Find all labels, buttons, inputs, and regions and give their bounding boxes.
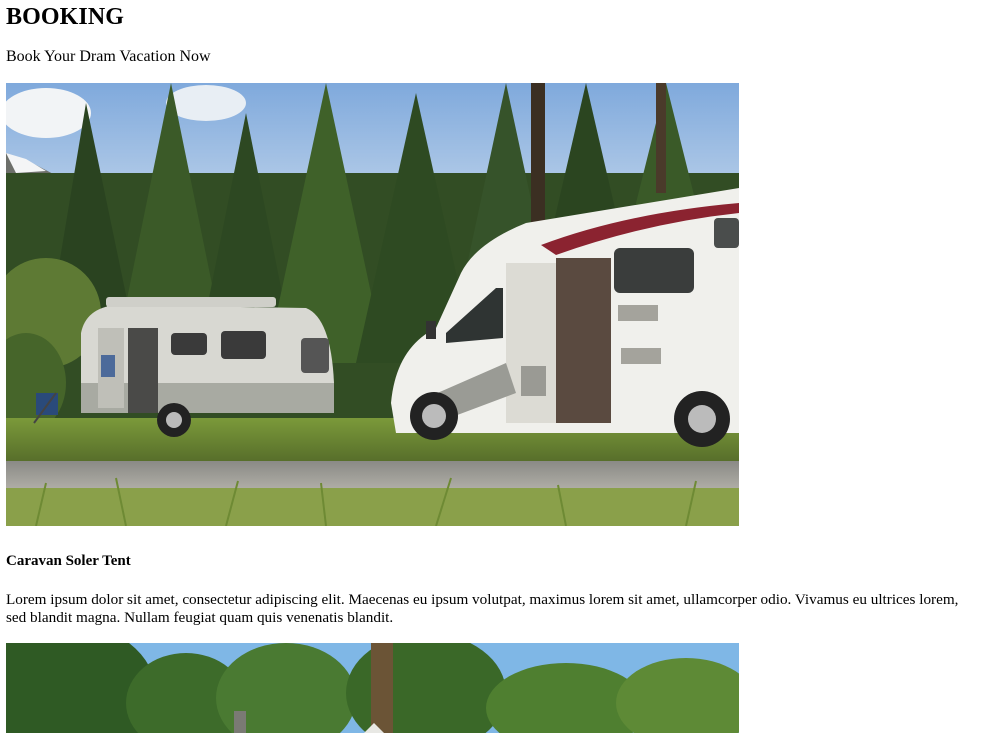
- item-description: Lorem ipsum dolor sit amet, consectetur …: [6, 591, 959, 626]
- item-title: Caravan Soler Tent: [6, 553, 131, 569]
- page-title: BOOKING: [6, 4, 125, 30]
- page-subtitle: Book Your Dram Vacation Now: [6, 48, 211, 65]
- caravan-photo: [6, 83, 739, 526]
- campsite-photo: [6, 643, 739, 733]
